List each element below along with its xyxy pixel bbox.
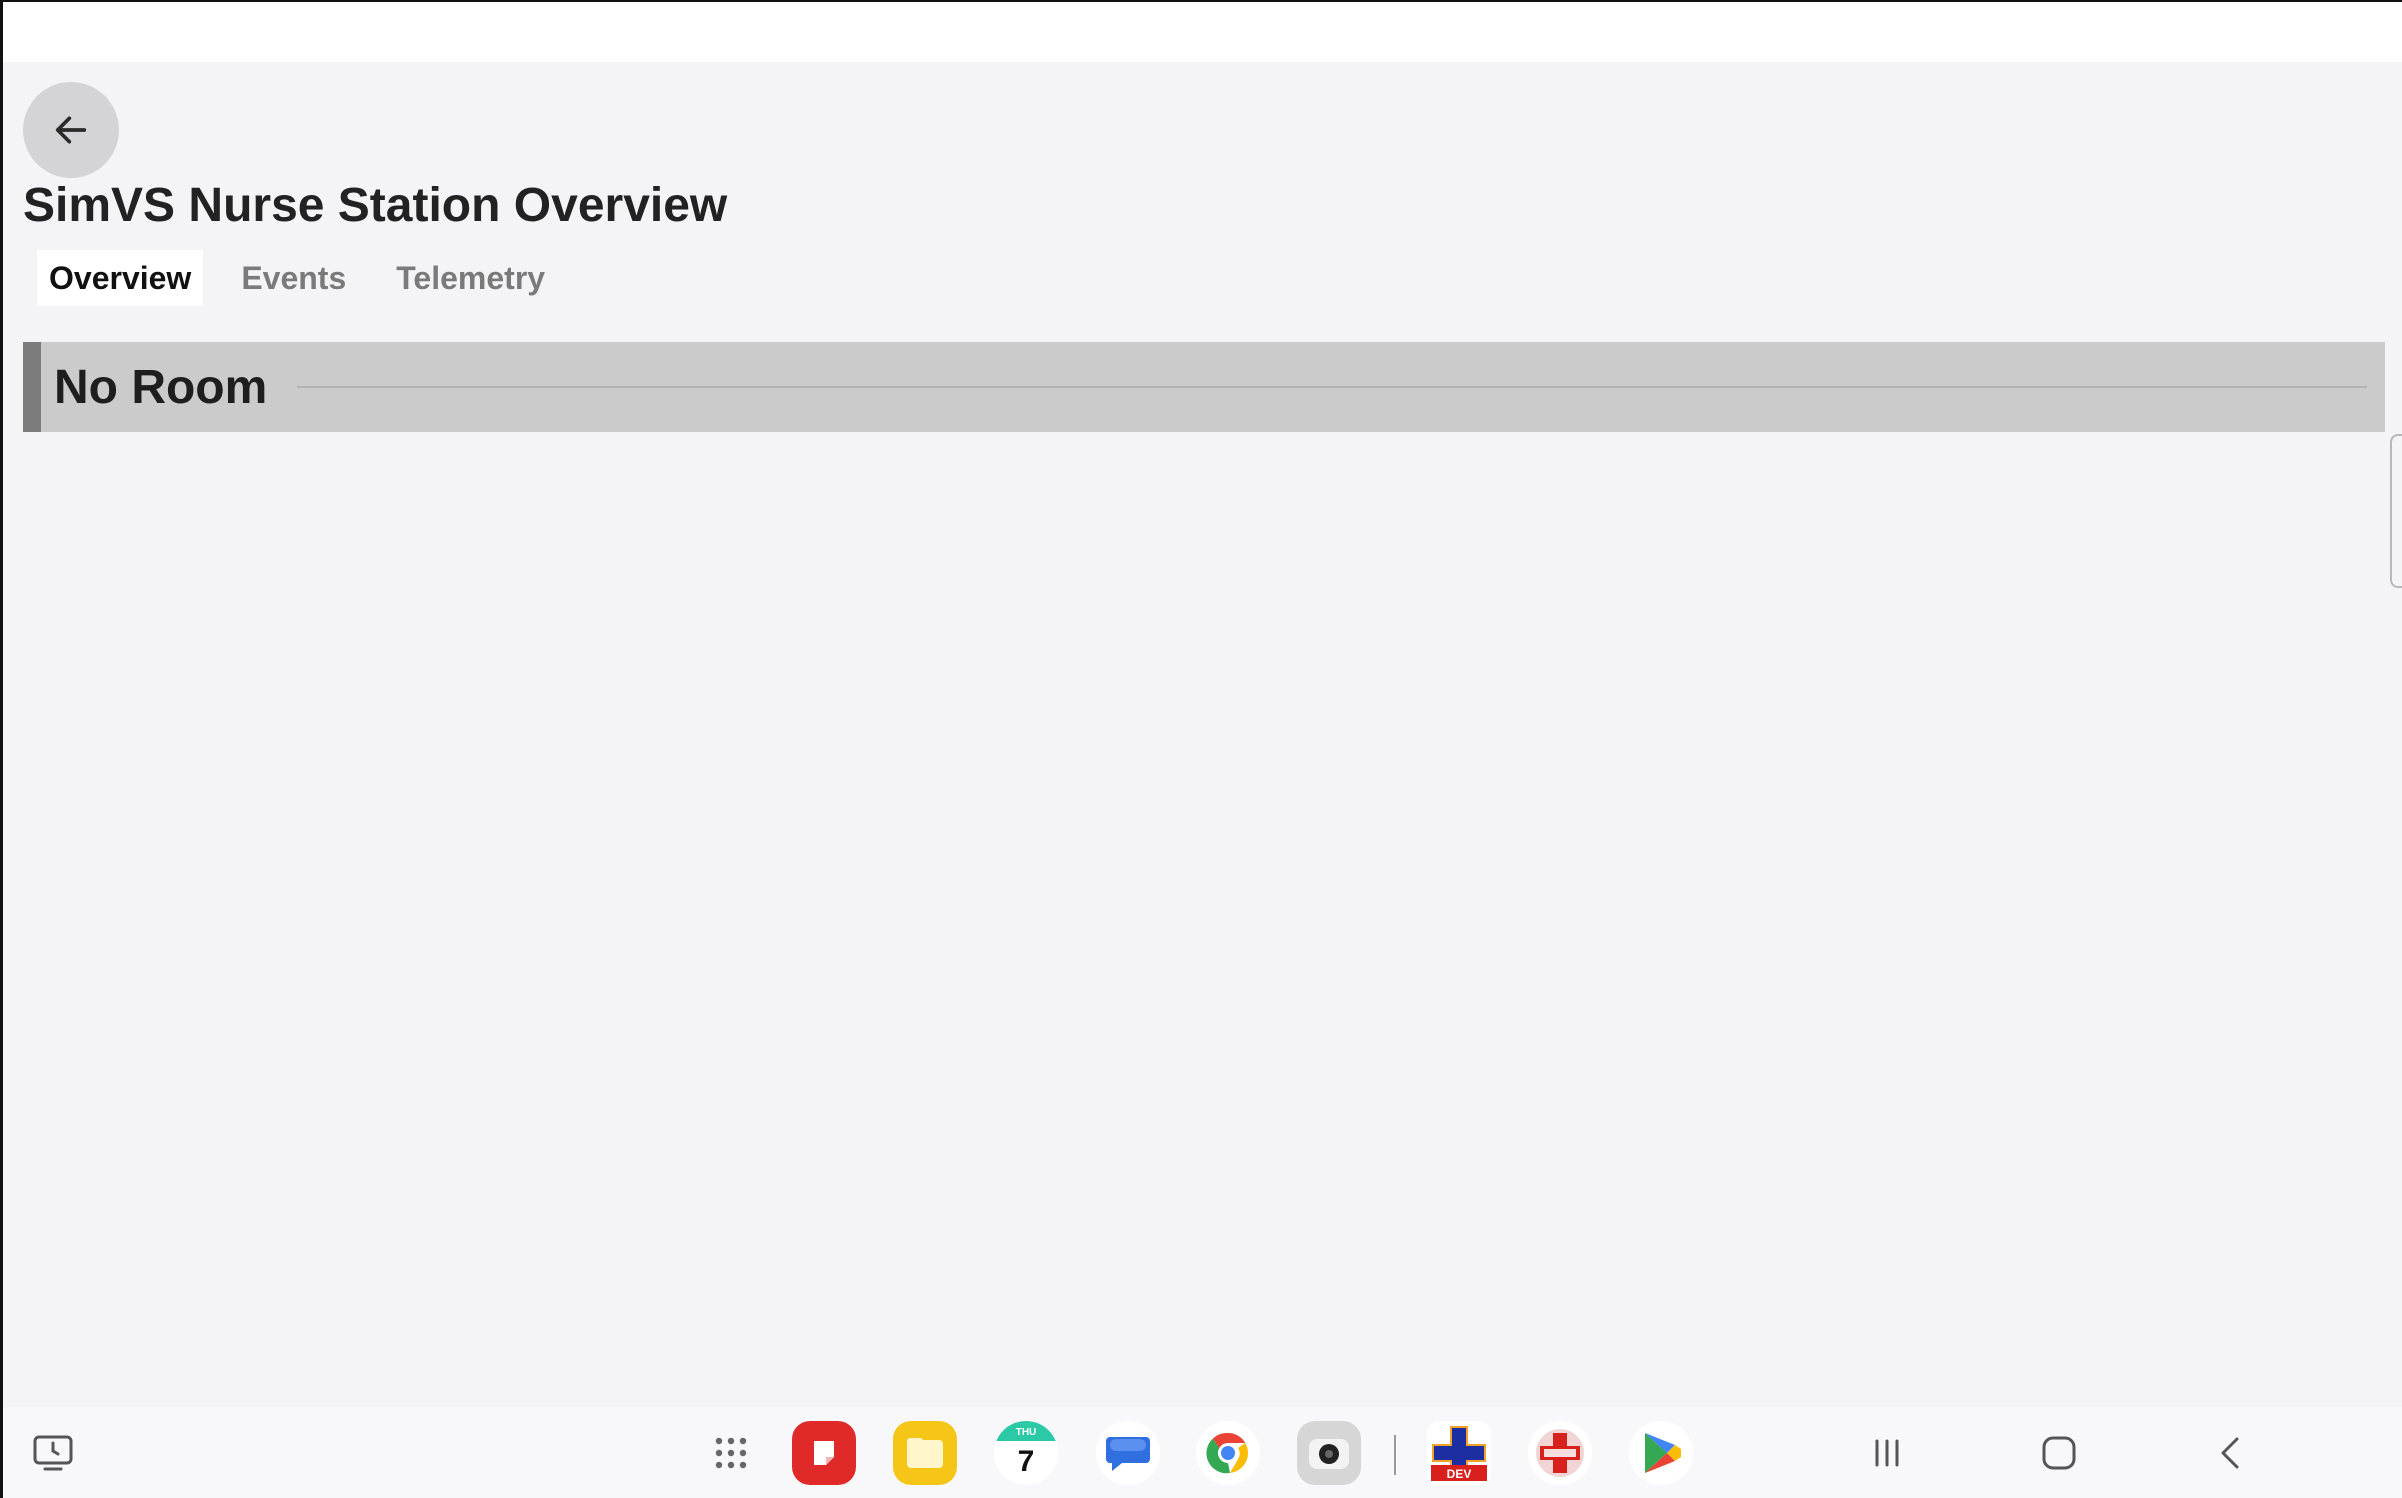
calendar-day: 7 xyxy=(1017,1445,1035,1478)
room-group-header: No Room xyxy=(23,342,2385,432)
files-app-icon[interactable] xyxy=(893,1421,957,1485)
note-app-icon[interactable] xyxy=(792,1421,856,1485)
grid-dots-icon xyxy=(715,1437,747,1469)
edge-panel-handle[interactable] xyxy=(2390,434,2402,588)
taskbar-divider xyxy=(1394,1435,1396,1475)
tab-telemetry[interactable]: Telemetry xyxy=(384,250,557,306)
room-accent-bar xyxy=(23,342,41,432)
all-apps-icon[interactable] xyxy=(699,1421,763,1485)
monitor-clock-icon xyxy=(33,1435,73,1471)
calendar-weekday: THU xyxy=(1015,1427,1037,1438)
simvs-dev-app-icon[interactable]: DEV xyxy=(1427,1421,1491,1485)
app-window: SimVS Nurse Station Overview Overview Ev… xyxy=(3,62,2402,1407)
home-icon[interactable] xyxy=(2027,1421,2091,1485)
calendar-app-icon[interactable]: THU 7 xyxy=(994,1421,1058,1485)
tab-overview[interactable]: Overview xyxy=(37,250,204,306)
room-title: No Room xyxy=(54,360,268,414)
svg-text:DEV: DEV xyxy=(1447,1467,1472,1481)
back-nav-icon[interactable] xyxy=(2199,1421,2263,1485)
play-store-icon[interactable] xyxy=(1629,1421,1693,1485)
tab-bar: Overview Events Telemetry xyxy=(37,250,557,306)
back-button[interactable] xyxy=(23,82,119,178)
chrome-icon[interactable] xyxy=(1196,1421,1260,1485)
messages-app-icon[interactable] xyxy=(1096,1421,1160,1485)
recents-icon[interactable] xyxy=(1855,1421,1919,1485)
room-divider-line xyxy=(297,386,2367,388)
arrow-left-icon xyxy=(55,116,87,144)
taskbar: THU 7 DEV xyxy=(3,1407,2402,1498)
page-title: SimVS Nurse Station Overview xyxy=(23,179,728,232)
simvs-app-icon[interactable] xyxy=(1528,1421,1592,1485)
camera-icon[interactable] xyxy=(1297,1421,1361,1485)
screen-cast-icon[interactable] xyxy=(21,1421,85,1485)
device-screen: SimVS Nurse Station Overview Overview Ev… xyxy=(0,0,2402,1498)
tab-events[interactable]: Events xyxy=(229,250,358,306)
status-bar xyxy=(3,2,2402,62)
